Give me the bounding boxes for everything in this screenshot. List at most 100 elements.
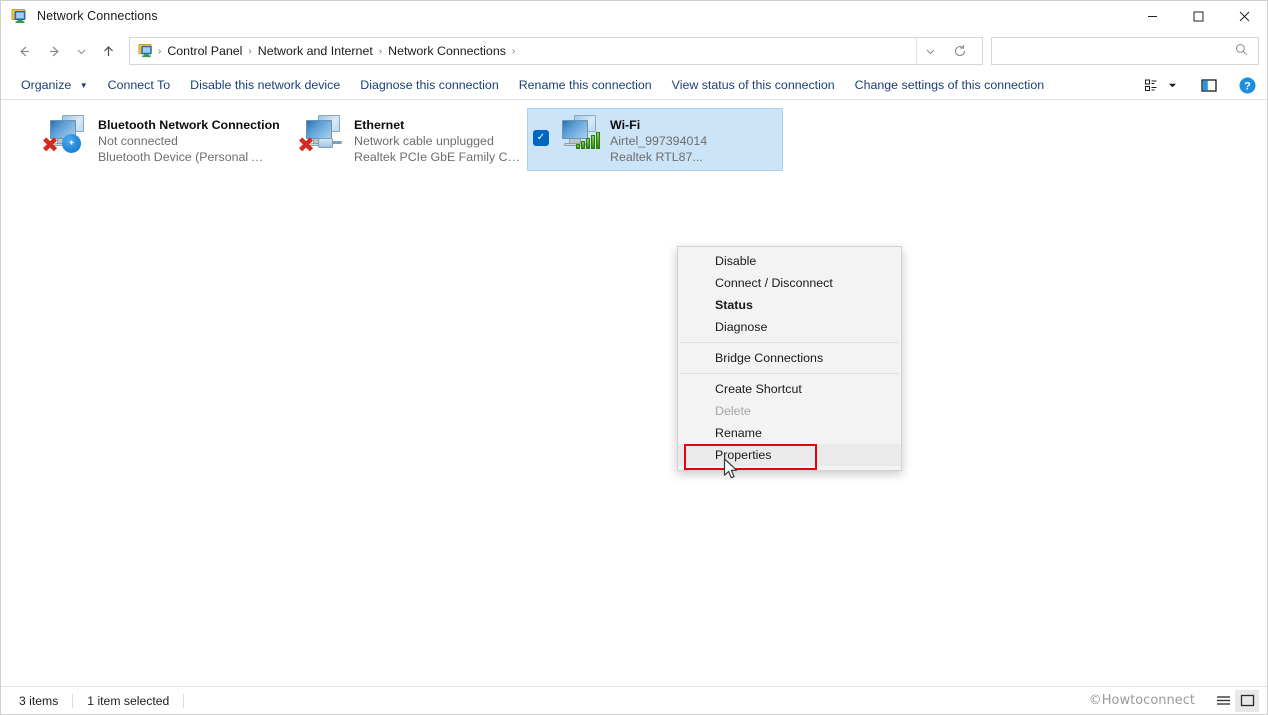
bluetooth-badge: ᛭ [62, 134, 81, 153]
up-button[interactable] [93, 36, 123, 66]
context-menu-label: Delete [715, 404, 751, 418]
connection-name: Wi-Fi [610, 118, 641, 132]
window-controls [1129, 1, 1267, 31]
item-checkbox-placeholder [277, 130, 293, 146]
connection-device: Realtek PCIe GbE Family Cont... [354, 150, 521, 164]
context-menu-item-status[interactable]: Status [678, 294, 901, 316]
context-menu-item-delete: Delete [678, 400, 901, 422]
context-menu: Disable Connect / Disconnect Status Diag… [677, 246, 902, 471]
shield-icon [686, 403, 703, 420]
organize-label: Organize [21, 78, 72, 92]
search-icon[interactable] [1235, 43, 1252, 59]
list-item-text: Bluetooth Network Connection Not connect… [98, 113, 280, 165]
minimize-button[interactable] [1129, 1, 1175, 31]
list-item-text: Wi-Fi Airtel_997394014 Realtek RTL87... [610, 113, 707, 165]
context-menu-label: Status [715, 298, 753, 312]
disconnected-badge: ✖ [297, 133, 315, 157]
rename-connection-button[interactable]: Rename this connection [509, 74, 662, 96]
network-adapter-icon: ✖ ᛭ [41, 113, 92, 157]
svg-text:?: ? [1244, 80, 1251, 92]
network-connections-window: Network Connections › Control Panel › Ne… [0, 0, 1268, 715]
change-settings-button[interactable]: Change settings of this connection [845, 74, 1054, 96]
list-item-selected[interactable]: ✓ Wi-Fi Airtel_997394014 Realtek RTL87..… [527, 108, 783, 171]
context-menu-item-create-shortcut[interactable]: Create Shortcut [678, 378, 901, 400]
connection-status: Network cable unplugged [354, 134, 494, 148]
help-icon[interactable]: ? [1235, 74, 1259, 98]
chevron-down-icon[interactable] [916, 38, 944, 64]
command-bar-right: ? [1139, 71, 1259, 100]
list-item[interactable]: ✖ ᛭ Bluetooth Network Connection Not con… [15, 108, 280, 171]
status-bar: 3 items 1 item selected ©Howtoconnect [1, 686, 1267, 714]
item-checkbox[interactable]: ✓ [533, 130, 549, 146]
context-menu-item-properties[interactable]: Properties [678, 444, 901, 466]
context-menu-item-diagnose[interactable]: Diagnose [678, 316, 901, 338]
network-adapter-icon: ✖ [297, 113, 348, 157]
forward-button[interactable] [39, 36, 69, 66]
diagnose-connection-button[interactable]: Diagnose this connection [350, 74, 508, 96]
command-bar: Organize ▼ Connect To Disable this netwo… [1, 71, 1267, 100]
checkbox-checked-icon: ✓ [533, 130, 549, 146]
shield-icon [686, 447, 703, 464]
shield-icon [686, 350, 703, 367]
context-menu-label: Create Shortcut [715, 382, 802, 396]
search-input[interactable] [998, 44, 1235, 58]
list-item[interactable]: ✖ Ethernet Network cable unplugged Realt… [271, 108, 527, 171]
context-menu-item-rename[interactable]: Rename [678, 422, 901, 444]
context-menu-label: Properties [715, 448, 772, 462]
recent-locations-button[interactable] [69, 36, 93, 66]
shield-icon [686, 425, 703, 442]
back-button[interactable] [9, 36, 39, 66]
search-box[interactable] [991, 37, 1259, 65]
list-item-text: Ethernet Network cable unplugged Realtek… [354, 113, 521, 165]
context-menu-label: Diagnose [715, 320, 768, 334]
context-menu-item-bridge-connections[interactable]: Bridge Connections [678, 347, 901, 369]
context-menu-label: Bridge Connections [715, 351, 824, 365]
close-button[interactable] [1221, 1, 1267, 31]
view-layout-icon[interactable] [1139, 74, 1163, 98]
unplugged-badge [318, 136, 342, 150]
context-menu-label: Connect / Disconnect [715, 276, 833, 290]
details-pane-icon[interactable] [1197, 74, 1221, 98]
large-icons-view-icon[interactable] [1235, 689, 1259, 712]
connection-status: Not connected [98, 134, 178, 148]
watermark: ©Howtoconnect [1088, 693, 1195, 708]
no-icon [686, 297, 703, 314]
network-connections-icon [11, 8, 28, 25]
connection-device: Bluetooth Device (Personal Ar... [98, 150, 265, 164]
context-menu-separator [680, 342, 899, 343]
breadcrumb[interactable]: › Control Panel › Network and Internet ›… [129, 37, 983, 65]
breadcrumb-item-network-connections[interactable]: Network Connections [383, 42, 511, 60]
refresh-icon[interactable] [944, 38, 976, 64]
item-count: 3 items [19, 693, 59, 708]
selection-count: 1 item selected [87, 693, 170, 708]
context-menu-item-connect-disconnect[interactable]: Connect / Disconnect [678, 272, 901, 294]
chevron-down-icon: ▼ [79, 81, 88, 90]
context-menu-item-disable[interactable]: Disable [678, 250, 901, 272]
status-divider [183, 693, 185, 708]
maximize-button[interactable] [1175, 1, 1221, 31]
connection-name: Bluetooth Network Connection [98, 118, 280, 132]
details-view-icon[interactable] [1211, 690, 1235, 712]
no-icon [686, 275, 703, 292]
connections-list: ✖ ᛭ Bluetooth Network Connection Not con… [1, 100, 1267, 697]
no-icon [686, 319, 703, 336]
network-adapter-icon [554, 113, 604, 157]
connection-device: Realtek RTL87... [610, 150, 703, 164]
breadcrumb-item-control-panel[interactable]: Control Panel [162, 42, 247, 60]
connection-status: Airtel_997394014 [610, 134, 708, 148]
chevron-down-icon[interactable] [1163, 74, 1181, 98]
item-checkbox-placeholder [21, 130, 37, 146]
view-status-button[interactable]: View status of this connection [662, 74, 845, 96]
breadcrumb-item-network-and-internet[interactable]: Network and Internet [253, 42, 378, 60]
disable-network-device-button[interactable]: Disable this network device [180, 74, 350, 96]
connect-to-button[interactable]: Connect To [98, 74, 180, 96]
organize-button[interactable]: Organize ▼ [11, 74, 98, 96]
connections-row: ✖ ᛭ Bluetooth Network Connection Not con… [1, 100, 1267, 171]
disconnected-badge: ✖ [41, 133, 59, 157]
context-menu-label: Disable [715, 254, 757, 268]
title-bar: Network Connections [1, 1, 1267, 31]
context-menu-label: Rename [715, 426, 762, 440]
no-icon [686, 381, 703, 398]
shield-icon [686, 253, 703, 270]
context-menu-separator [680, 373, 899, 374]
